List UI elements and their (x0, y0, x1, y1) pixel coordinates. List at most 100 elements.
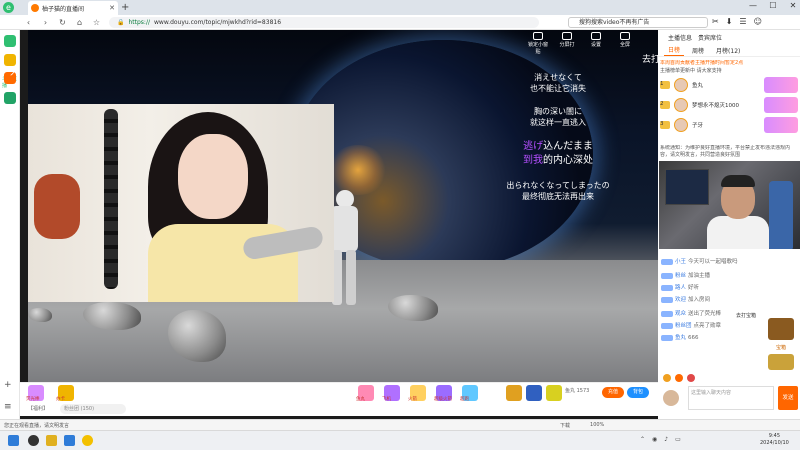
gift-icon[interactable] (526, 385, 542, 401)
tab-daily-rank[interactable]: 日榜 (664, 44, 685, 56)
lyric-line: 出られなくなってしまったの (506, 181, 610, 190)
city-lights-glow (328, 145, 388, 195)
split-screen-button[interactable]: 分屏打 (555, 32, 579, 55)
reload-button[interactable]: ↻ (58, 18, 67, 27)
rank-name: 梦想永不熄灭1000 (692, 103, 739, 109)
avatar (674, 98, 688, 112)
extensions-icon[interactable]: ✂ (712, 17, 719, 26)
search-input[interactable]: 搜狗搜索video不再有广告 (568, 17, 708, 28)
browser-tab-bar: e 柚子猫的直播间 ✕ + — ☐ ✕ (0, 0, 800, 15)
rank-badge: 1 (660, 81, 670, 89)
rank-badge: 3 (660, 121, 670, 129)
gift-badge (764, 77, 798, 93)
user-icon[interactable]: ☺ (754, 17, 762, 26)
fan-badge-icon[interactable] (675, 374, 683, 382)
browser-app-icon[interactable] (82, 435, 93, 446)
settings-button[interactable]: 设置 (584, 32, 608, 55)
chat-message: 欢迎 加入房间 (661, 296, 798, 304)
search-icon[interactable] (28, 435, 39, 446)
os-taskbar: ⌃ ◉ ♪ ▭ 9:45 2024/10/10 (0, 430, 800, 450)
fan-club-value[interactable]: 粉丝团 (150) (60, 404, 126, 414)
gift-icon[interactable] (506, 385, 522, 401)
gift-bar: 荧光棒 办卡 鱼丸 飞机 火箭 超级火箭 超跑 鱼丸 1573 充值 背包 (20, 382, 658, 402)
downloads-icon[interactable]: ⬇ (726, 17, 733, 26)
gift-badge (764, 117, 798, 133)
chat-message: 小王 今天可以一起唱歌吗 (661, 258, 798, 266)
chat-message: 粉丝 加油主播 (661, 272, 798, 280)
chat-input[interactable]: 这里输入聊天内容 (688, 386, 774, 410)
rank-row[interactable]: 3 子牙 (660, 116, 798, 134)
forward-button[interactable]: › (41, 18, 50, 27)
battery-icon[interactable]: ▭ (675, 436, 681, 443)
browser-nav-bar: ‹ › ↻ ⌂ ☆ 🔒 https:// www.douyu.com/topic… (0, 15, 800, 30)
lyric-line-highlight: 逃げ込んだまま (523, 141, 593, 152)
chevron-up-icon[interactable]: ⌃ (640, 436, 645, 443)
browser-logo-icon[interactable]: e (3, 2, 14, 13)
emoji-icon[interactable] (663, 374, 671, 382)
store-icon[interactable] (64, 435, 75, 446)
url-text: www.douyu.com/topic/mjwkhd?rid=83816 (154, 18, 282, 26)
lyric-line: 胸の深い闇に (534, 107, 582, 116)
tab-anchor-info[interactable]: 主播信息 (668, 33, 692, 42)
window-controls: — ☐ ✕ (748, 1, 798, 10)
url-scheme: https:// (128, 18, 150, 26)
add-icon[interactable]: + (4, 380, 16, 392)
treasure-label: 宝箱 (775, 345, 786, 351)
avatar (674, 118, 688, 132)
close-window-button[interactable]: ✕ (788, 1, 798, 10)
clock-date: 2024/10/10 (760, 440, 789, 446)
gift-icon[interactable] (687, 374, 695, 382)
tab-vip-seats[interactable]: 贵宾席位 (698, 33, 722, 42)
clock-time: 9:45 (768, 433, 781, 439)
recharge-button[interactable]: 充值 (602, 387, 624, 398)
panel-top-tabs: 主播信息 贵宾席位 (658, 30, 800, 44)
home-button[interactable]: ⌂ (75, 18, 84, 27)
fan-label: 【福利】 (28, 406, 49, 412)
treasure-box-widget[interactable]: 去打宝箱 宝箱 (736, 312, 796, 372)
clock[interactable]: 9:45 2024/10/10 (760, 433, 789, 447)
gift-icon[interactable] (546, 385, 562, 401)
tab-monthly-rank[interactable]: 月榜(12) (712, 45, 744, 56)
send-button[interactable]: 发送 (778, 386, 798, 410)
file-explorer-icon[interactable] (46, 435, 57, 446)
new-tab-button[interactable]: + (121, 2, 129, 13)
bookmark-star-icon[interactable]: ☆ (92, 18, 101, 27)
avatar[interactable] (663, 390, 679, 406)
address-bar[interactable]: 🔒 https:// www.douyu.com/topic/mjwkhd?ri… (109, 16, 539, 28)
fullscreen-button[interactable]: 全屏 (613, 32, 637, 55)
app-logo-icon[interactable] (4, 35, 16, 47)
status-text: 您正在观看直播，请文明发言 (4, 423, 70, 429)
rank-row[interactable]: 2 梦想永不熄灭1000 (660, 96, 798, 114)
network-icon[interactable]: ◉ (652, 436, 657, 443)
download-status[interactable]: 下载 (560, 422, 570, 429)
site-favicon-icon (31, 4, 39, 12)
video-toolbar: 锁定小窗贴 分屏打 设置 全屏 (526, 32, 637, 55)
lyric-line: 就这样一直逃入 (530, 118, 586, 127)
system-message: 系统通知：为维护良好直播环境，平台禁止发布违法违规内容，请文明发言，共同营造良好… (660, 145, 791, 158)
settings-menu-icon[interactable]: ≡ (4, 402, 16, 414)
lyric-line: 消えせなくて (534, 73, 582, 82)
rank-name: 鱼丸 (692, 83, 704, 89)
gift-badge (764, 97, 798, 113)
menu-icon[interactable]: ☰ (739, 17, 746, 26)
lock-window-button[interactable]: 锁定小窗贴 (526, 32, 550, 55)
tab-close-icon[interactable]: ✕ (109, 4, 115, 12)
browser-tab[interactable]: 柚子猫的直播间 ✕ (28, 1, 118, 15)
avatar (674, 78, 688, 92)
lyric-line-highlight: 到我的内心深处 (523, 155, 593, 166)
coin-balance: 鱼丸 1573 (565, 388, 590, 394)
status-right: 下载 100% (560, 422, 604, 429)
wallet-icon[interactable] (4, 92, 16, 104)
maximize-button[interactable]: ☐ (768, 1, 778, 10)
zoom-level[interactable]: 100% (590, 422, 604, 429)
lock-icon: 🔒 (117, 18, 125, 26)
back-button[interactable]: ‹ (24, 18, 33, 27)
tab-weekly-rank[interactable]: 周榜 (688, 45, 708, 56)
guest-camera-video[interactable] (659, 161, 800, 249)
start-menu-icon[interactable] (8, 435, 19, 446)
backpack-button[interactable]: 背包 (627, 387, 649, 398)
minimize-button[interactable]: — (748, 1, 758, 10)
moon-rock (28, 308, 52, 322)
rank-row[interactable]: 1 鱼丸 (660, 76, 798, 94)
volume-icon[interactable]: ♪ (664, 436, 668, 443)
